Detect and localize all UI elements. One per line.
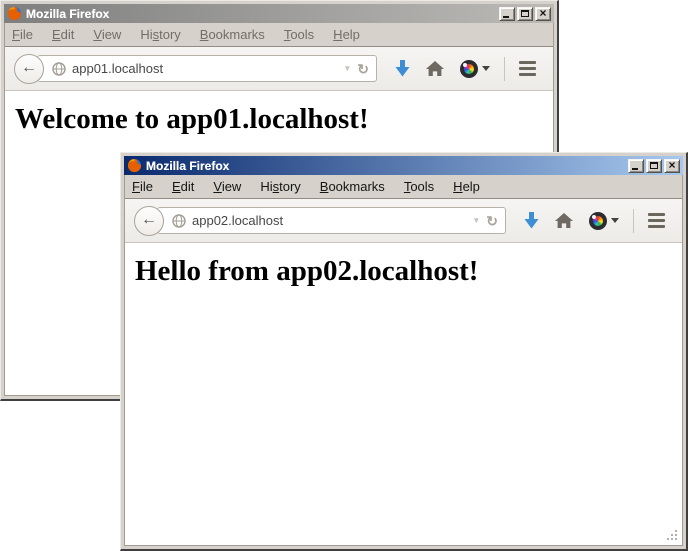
menu-item-help[interactable]: Help — [453, 179, 480, 194]
home-button[interactable] — [418, 53, 452, 85]
window-controls: × — [499, 7, 551, 21]
navigation-toolbar: ← app02.localhost ▼ ↻ — [125, 198, 682, 243]
home-icon — [555, 213, 573, 229]
window-title: Mozilla Firefox — [26, 7, 495, 21]
maximize-button[interactable] — [517, 7, 533, 21]
downloads-button[interactable] — [387, 53, 418, 85]
maximize-icon — [521, 10, 529, 17]
menu-item-view[interactable]: View — [213, 179, 241, 194]
menu-item-view[interactable]: View — [93, 27, 121, 42]
window-client-area: File Edit View History Bookmarks Tools H… — [124, 175, 683, 546]
page-heading: Hello from app02.localhost! — [135, 255, 682, 288]
url-text: app02.localhost — [192, 213, 466, 228]
color-wheel-icon — [589, 212, 607, 230]
download-arrow-icon — [395, 60, 410, 77]
urlbar-dropdown-icon[interactable]: ▼ — [343, 64, 351, 73]
maximize-icon — [650, 162, 658, 169]
menu-item-file[interactable]: File — [12, 27, 33, 42]
minimize-button[interactable] — [628, 159, 644, 173]
firefox-logo-icon — [7, 6, 22, 21]
menu-item-history[interactable]: History — [260, 179, 300, 194]
dropdown-caret-icon — [611, 218, 619, 223]
back-arrow-icon: ← — [141, 212, 157, 228]
menu-item-tools[interactable]: Tools — [404, 179, 434, 194]
minimize-icon — [503, 16, 509, 18]
window-controls: × — [628, 159, 680, 173]
back-button[interactable]: ← — [14, 54, 44, 84]
close-icon: × — [668, 160, 675, 170]
back-button[interactable]: ← — [134, 206, 164, 236]
menu-item-help[interactable]: Help — [333, 27, 360, 42]
url-bar[interactable]: app01.localhost ▼ ↻ — [37, 55, 377, 82]
toolbar-separator — [633, 209, 634, 233]
menubar: File Edit View History Bookmarks Tools H… — [125, 175, 682, 198]
reload-icon[interactable]: ↻ — [486, 214, 498, 228]
toolbar-separator — [504, 57, 505, 81]
page-heading: Welcome to app01.localhost! — [15, 103, 553, 136]
download-arrow-icon — [524, 212, 539, 229]
hamburger-menu-button[interactable] — [511, 53, 544, 85]
home-icon — [426, 61, 444, 77]
menu-item-bookmarks[interactable]: Bookmarks — [200, 27, 265, 42]
menubar: File Edit View History Bookmarks Tools H… — [5, 23, 553, 46]
close-button[interactable]: × — [664, 159, 680, 173]
titlebar[interactable]: Mozilla Firefox × — [4, 4, 554, 23]
menu-item-file[interactable]: File — [132, 179, 153, 194]
navigation-toolbar: ← app01.localhost ▼ ↻ — [5, 46, 553, 91]
minimize-button[interactable] — [499, 7, 515, 21]
close-button[interactable]: × — [535, 7, 551, 21]
home-button[interactable] — [547, 205, 581, 237]
urlbar-dropdown-icon[interactable]: ▼ — [472, 216, 480, 225]
menu-item-edit[interactable]: Edit — [52, 27, 74, 42]
page-content: Hello from app02.localhost! — [125, 243, 682, 545]
menu-item-bookmarks[interactable]: Bookmarks — [320, 179, 385, 194]
url-bar[interactable]: app02.localhost ▼ ↻ — [157, 207, 506, 234]
back-arrow-icon: ← — [21, 60, 37, 76]
menu-item-tools[interactable]: Tools — [284, 27, 314, 42]
close-icon: × — [539, 8, 546, 18]
menu-item-edit[interactable]: Edit — [172, 179, 194, 194]
dropdown-caret-icon — [482, 66, 490, 71]
hamburger-icon — [648, 213, 665, 228]
addon-button[interactable] — [452, 53, 498, 85]
maximize-button[interactable] — [646, 159, 662, 173]
reload-icon[interactable]: ↻ — [357, 62, 369, 76]
browser-window-app02[interactable]: Mozilla Firefox × File Edit View History… — [120, 152, 688, 551]
addon-button[interactable] — [581, 205, 627, 237]
globe-icon — [52, 62, 66, 76]
color-wheel-icon — [460, 60, 478, 78]
firefox-logo-icon — [127, 158, 142, 173]
downloads-button[interactable] — [516, 205, 547, 237]
menu-item-history[interactable]: History — [140, 27, 180, 42]
globe-icon — [172, 214, 186, 228]
url-text: app01.localhost — [72, 61, 337, 76]
minimize-icon — [632, 168, 638, 170]
titlebar[interactable]: Mozilla Firefox × — [124, 156, 683, 175]
hamburger-icon — [519, 61, 536, 76]
hamburger-menu-button[interactable] — [640, 205, 673, 237]
resize-grip[interactable] — [675, 538, 677, 540]
window-title: Mozilla Firefox — [146, 159, 624, 173]
